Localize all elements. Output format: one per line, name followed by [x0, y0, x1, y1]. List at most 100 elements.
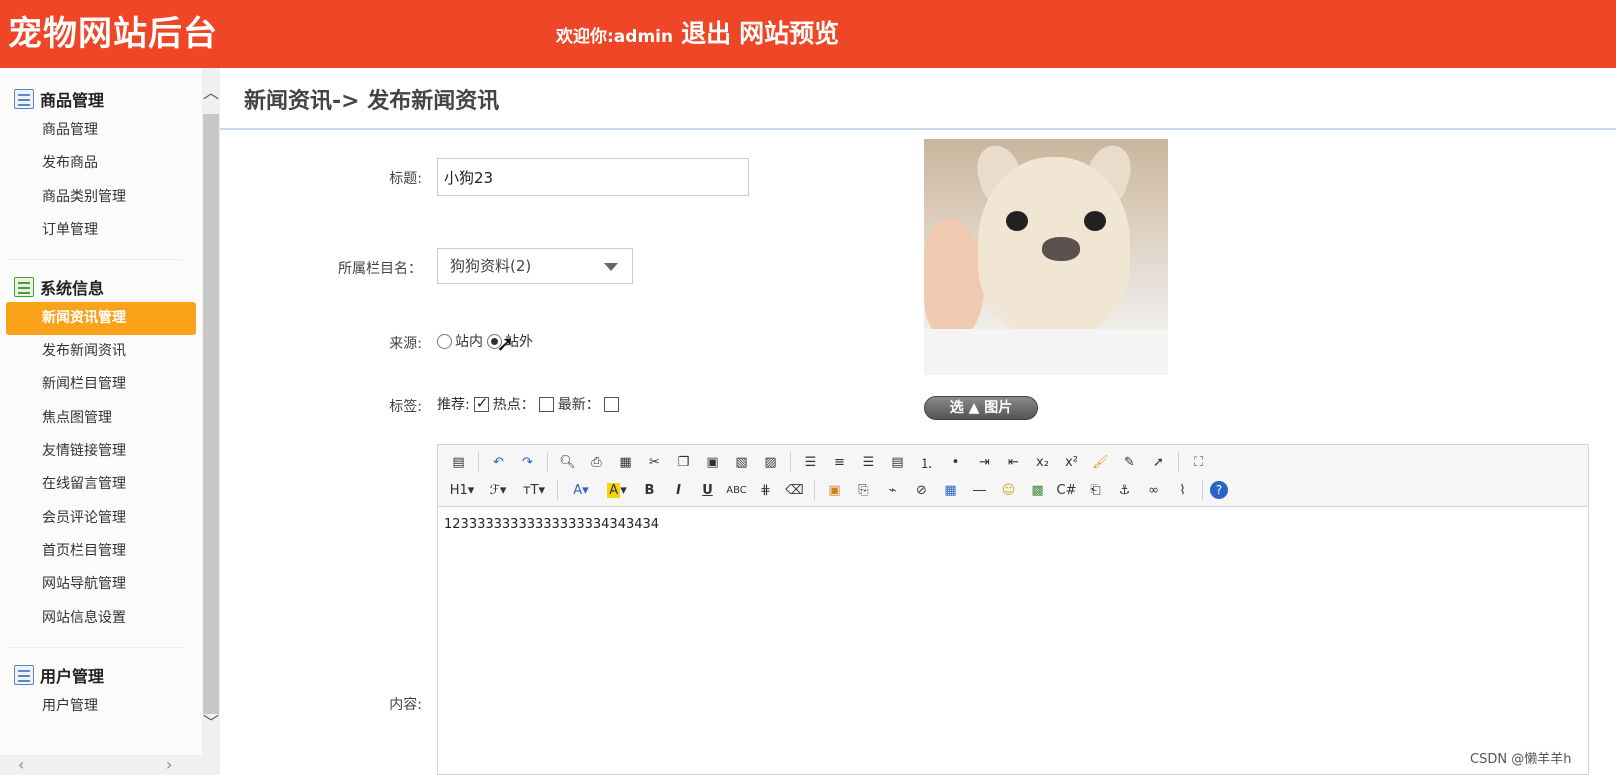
undo-icon[interactable]: ↶	[486, 450, 511, 474]
line-height-icon[interactable]: ⋕	[753, 478, 778, 502]
align-center-icon[interactable]: ≡	[827, 450, 852, 474]
indent-icon[interactable]: ⇥	[972, 450, 997, 474]
select-icon[interactable]: ➚	[1146, 450, 1171, 474]
fullscreen-icon[interactable]: ⛶	[1186, 450, 1211, 474]
italic-icon[interactable]: I	[666, 478, 691, 502]
paste-word-icon[interactable]: ▨	[758, 450, 783, 474]
unlink-icon[interactable]: ⌇	[1170, 478, 1195, 502]
sidebar-group-users: 用户管理 用户管理	[0, 660, 202, 723]
scroll-left-icon[interactable]: ‹	[18, 755, 24, 775]
photo-dog-eye	[1084, 211, 1106, 231]
source-radio-internal[interactable]	[437, 333, 452, 349]
logout-link[interactable]: 退出	[681, 14, 731, 50]
anchor-icon[interactable]: ⚓	[1112, 478, 1137, 502]
emoticon-icon[interactable]: ☺	[996, 478, 1021, 502]
ordered-list-icon[interactable]: ⒈	[914, 450, 939, 474]
site-preview-link[interactable]: 网站预览	[739, 14, 839, 50]
template-icon[interactable]: ▦	[613, 450, 638, 474]
title-input[interactable]	[437, 158, 749, 196]
sidebar-item-publish-goods[interactable]: 发布商品	[0, 147, 202, 180]
attachment-icon[interactable]: ⊘	[909, 478, 934, 502]
tag-recommend-label: 推荐:	[437, 397, 470, 413]
watermark-text: CSDN @懒羊羊h	[1470, 752, 1572, 767]
unordered-list-icon[interactable]: •	[943, 450, 968, 474]
editor-content-area[interactable]: 12333333333333333334343434	[438, 507, 1588, 542]
print-icon[interactable]: ⎙	[584, 450, 609, 474]
help-icon[interactable]: ?	[1210, 481, 1228, 499]
clear-format-icon[interactable]: 🖌︎	[1088, 450, 1113, 474]
sidebar-item-news-manage[interactable]: 新闻资讯管理	[6, 302, 196, 336]
sidebar-item-messages[interactable]: 在线留言管理	[0, 468, 202, 501]
sidebar-item-site-nav[interactable]: 网站导航管理	[0, 568, 202, 601]
preview-icon[interactable]: 🔍︎	[555, 450, 580, 474]
sidebar: 商品管理 商品管理 发布商品 商品类别管理 订单管理 系统信息 新闻资讯管理 发…	[0, 68, 202, 775]
sidebar-item-site-settings[interactable]: 网站信息设置	[0, 602, 202, 635]
sidebar-group-title[interactable]: 用户管理	[0, 660, 202, 690]
scroll-down-icon[interactable]: ﹀	[202, 712, 220, 734]
divider	[6, 646, 182, 648]
header-user-area: 欢迎你:admin 退出 网站预览	[556, 14, 839, 50]
sidebar-group-title[interactable]: 系统信息	[0, 272, 202, 302]
tag-recommend-checkbox[interactable]	[473, 394, 489, 412]
scroll-up-icon[interactable]: ︿	[202, 82, 220, 104]
sidebar-group-system: 系统信息 新闻资讯管理 发布新闻资讯 新闻栏目管理 焦点图管理 友情链接管理 在…	[0, 272, 202, 635]
sidebar-horizontal-scrollbar[interactable]: ‹ ›	[0, 755, 202, 775]
align-right-icon[interactable]: ☰	[856, 450, 881, 474]
highlight-icon[interactable]: A ▾	[601, 478, 633, 502]
toolbar-row-2: H1▾ ℱ ▾ тT▾ A▾ A ▾ B I U ABC ⋕ ⌫ ▣ ⎘ ⌁ ⊘ ▦…	[446, 476, 1580, 504]
sidebar-item-goods-manage[interactable]: 商品管理	[0, 114, 202, 147]
multi-image-icon[interactable]: ⎘	[851, 478, 876, 502]
strikethrough-icon[interactable]: ABC	[724, 478, 749, 502]
copy-icon[interactable]: ❐	[671, 450, 696, 474]
bold-icon[interactable]: B	[637, 478, 662, 502]
sidebar-item-member-comments[interactable]: 会员评论管理	[0, 502, 202, 535]
sidebar-item-news-columns[interactable]: 新闻栏目管理	[0, 368, 202, 401]
justify-icon[interactable]: ▤	[885, 450, 910, 474]
redo-icon[interactable]: ↷	[515, 450, 540, 474]
paste-text-icon[interactable]: ▧	[729, 450, 754, 474]
sidebar-item-focus-images[interactable]: 焦点图管理	[0, 402, 202, 435]
eraser-icon[interactable]: ⌫	[782, 478, 807, 502]
font-size-icon[interactable]: тT▾	[518, 478, 550, 502]
source-label: 来源:	[389, 336, 422, 352]
image-icon[interactable]: ▣	[822, 478, 847, 502]
scroll-right-icon[interactable]: ›	[166, 755, 172, 775]
source-radio-group: 站内 站外	[437, 331, 533, 351]
sidebar-item-publish-news[interactable]: 发布新闻资讯	[0, 335, 202, 368]
category-select[interactable]: 狗狗资料(2)	[437, 248, 633, 284]
sidebar-group-label: 商品管理	[40, 91, 105, 110]
site-brand: 宠物网站后台	[8, 14, 218, 54]
align-left-icon[interactable]: ☰	[798, 450, 823, 474]
font-family-icon[interactable]: ℱ ▾	[482, 478, 514, 502]
divider	[478, 452, 479, 472]
tag-hot-checkbox[interactable]	[538, 396, 554, 412]
outdent-icon[interactable]: ⇤	[1001, 450, 1026, 474]
hr-icon[interactable]: ―	[967, 478, 992, 502]
underline-icon[interactable]: U	[695, 478, 720, 502]
code-icon[interactable]: C#	[1054, 478, 1079, 502]
table-icon[interactable]: ▦	[938, 478, 963, 502]
sidebar-item-users[interactable]: 用户管理	[0, 690, 202, 723]
sidebar-item-friend-links[interactable]: 友情链接管理	[0, 435, 202, 468]
flash-icon[interactable]: ⌁	[880, 478, 905, 502]
sidebar-group-title[interactable]: 商品管理	[0, 84, 202, 114]
link-icon[interactable]: ∞	[1141, 478, 1166, 502]
choose-image-button[interactable]: 选 ▲ 图片	[924, 396, 1038, 420]
superscript-icon[interactable]: x²	[1059, 450, 1084, 474]
source-icon[interactable]: ▤	[446, 450, 471, 474]
select-all-icon[interactable]: ✎	[1117, 450, 1142, 474]
sidebar-item-orders[interactable]: 订单管理	[0, 214, 202, 247]
map-icon[interactable]: ▩	[1025, 478, 1050, 502]
sidebar-item-home-columns[interactable]: 首页栏目管理	[0, 535, 202, 568]
paste-icon[interactable]: ▣	[700, 450, 725, 474]
scrollbar-thumb[interactable]	[203, 114, 219, 714]
tag-new-checkbox[interactable]	[603, 396, 619, 412]
sidebar-item-goods-category[interactable]: 商品类别管理	[0, 181, 202, 214]
font-color-icon[interactable]: A▾	[565, 478, 597, 502]
subscript-icon[interactable]: x₂	[1030, 450, 1055, 474]
heading-icon[interactable]: H1▾	[446, 478, 478, 502]
photo-blanket	[924, 329, 1168, 375]
cut-icon[interactable]: ✂	[642, 450, 667, 474]
sidebar-vertical-scrollbar[interactable]: ︿ ﹀	[202, 68, 220, 775]
pagebreak-icon[interactable]: ⎗	[1083, 478, 1108, 502]
